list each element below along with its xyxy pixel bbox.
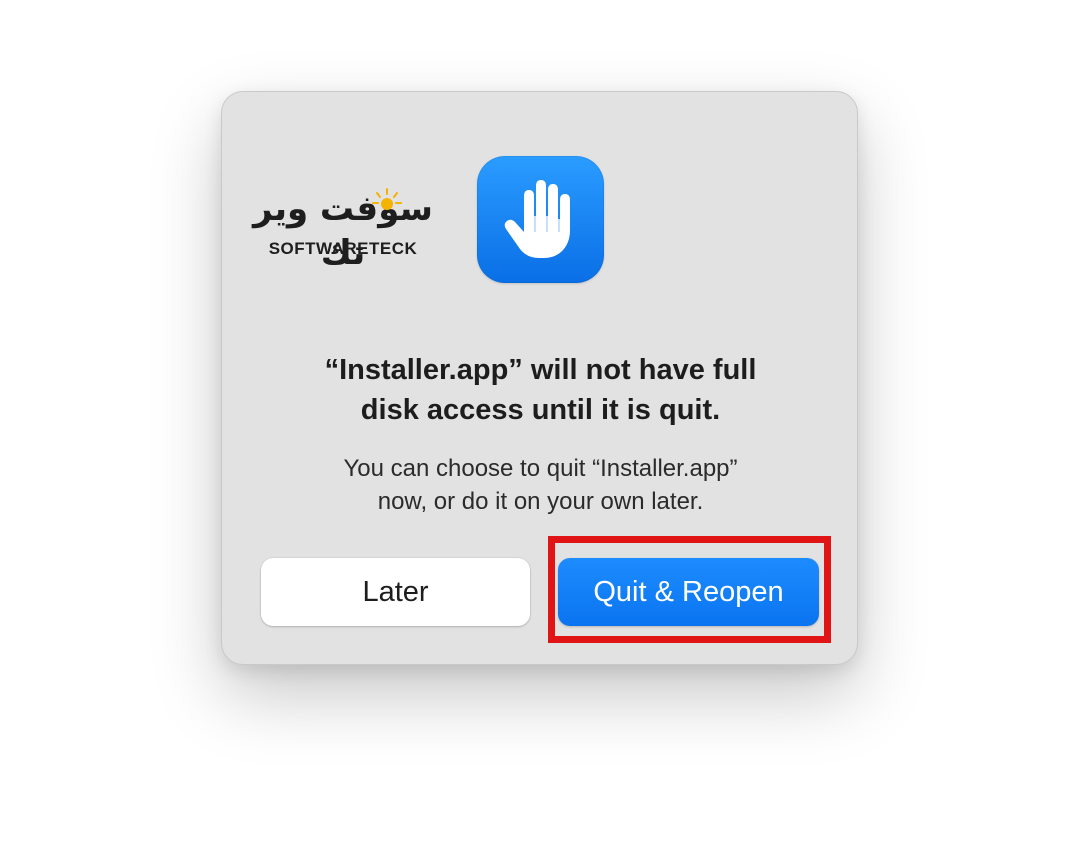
disk-access-alert-dialog: سوفت وير تك SOFTWARETECK “Installer.app”…: [221, 91, 858, 665]
screenshot-stage: سوفت وير تك SOFTWARETECK “Installer.app”…: [0, 0, 1080, 846]
watermark-latin-text: SOFTWARETECK: [268, 239, 418, 258]
alert-title: “Installer.app” will not have full disk …: [252, 350, 829, 430]
watermark-arabic-text: سوفت وير تك: [253, 189, 433, 273]
watermark-logo: سوفت وير تك SOFTWARETECK: [240, 187, 450, 273]
privacy-app-icon: [477, 156, 604, 283]
alert-title-line-2: disk access until it is quit.: [360, 394, 721, 426]
alert-message: You can choose to quit “Installer.app” n…: [252, 452, 829, 518]
alert-message-line-2: now, or do it on your own later.: [377, 488, 704, 515]
later-button[interactable]: Later: [261, 558, 530, 626]
sun-icon: [372, 188, 402, 210]
alert-title-line-1: “Installer.app” will not have full: [324, 354, 757, 386]
raised-hand-icon: [504, 180, 570, 258]
quit-and-reopen-button[interactable]: Quit & Reopen: [558, 558, 819, 626]
alert-message-line-1: You can choose to quit “Installer.app”: [343, 455, 738, 482]
